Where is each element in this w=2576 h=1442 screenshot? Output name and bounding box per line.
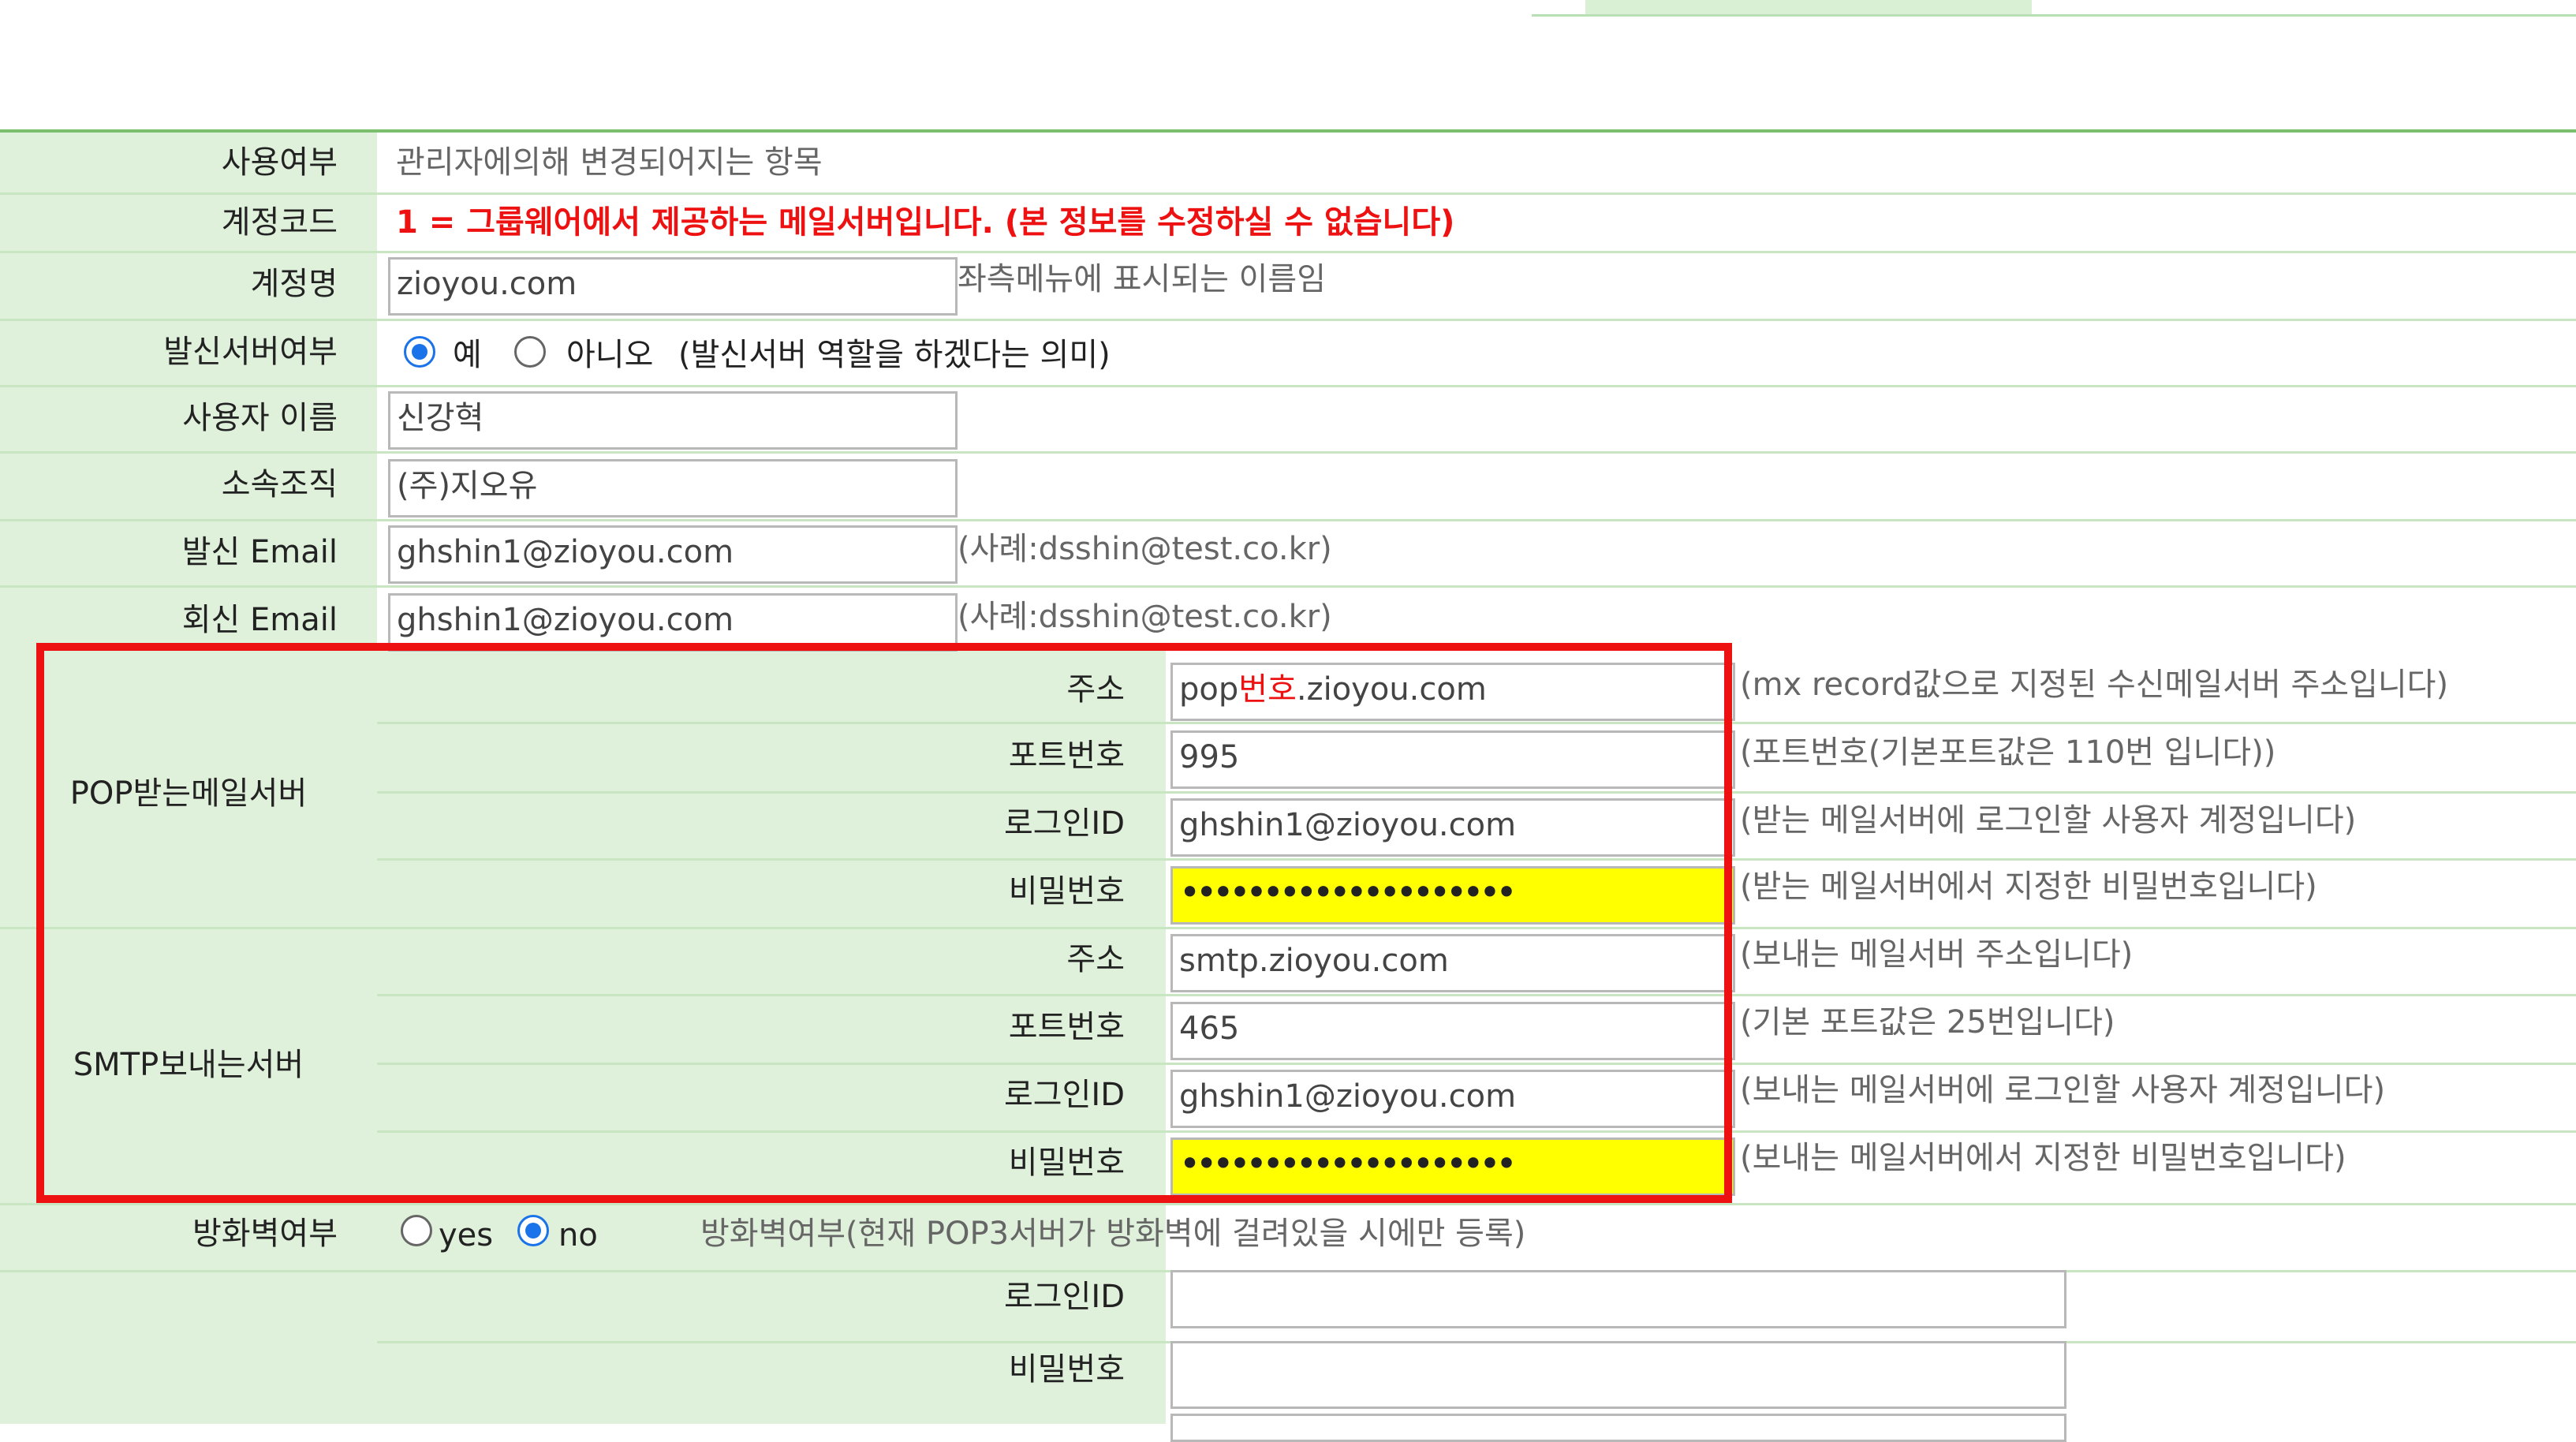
- outgoing-server-hint: (발신서버 역할을 하겠다는 의미): [678, 337, 1111, 373]
- account-code-label: 계정코드: [221, 204, 338, 241]
- additional-input[interactable]: [1170, 1414, 2066, 1442]
- usage-label: 사용여부: [221, 144, 338, 181]
- firewall-no-label: no: [558, 1217, 598, 1253]
- user-name-input[interactable]: 신강혁: [388, 391, 958, 450]
- smtp-port-hint: (기본 포트값은 25번입니다): [1740, 1004, 2115, 1040]
- pop-address-hint: (mx record값으로 지정된 수신메일서버 주소입니다): [1740, 667, 2449, 703]
- row-divider: [0, 585, 2576, 588]
- top-tab-line: [1532, 14, 2576, 17]
- outgoing-server-label: 발신서버여부: [163, 334, 338, 370]
- firewall-yes-label: yes: [439, 1217, 494, 1253]
- smtp-password-hint: (보내는 메일서버에서 지정한 비밀번호입니다): [1740, 1140, 2346, 1176]
- row-divider: [0, 451, 2576, 454]
- reply-email-hint: (사례:dsshin@test.co.kr): [958, 599, 1332, 635]
- smtp-address-hint: (보내는 메일서버 주소입니다): [1740, 936, 2134, 973]
- organization-label: 소속조직: [221, 466, 338, 502]
- firewall-password-label: 비밀번호: [1008, 1351, 1125, 1388]
- user-name-label: 사용자 이름: [182, 400, 338, 436]
- reply-email-label: 회신 Email: [181, 602, 338, 638]
- row-divider: [0, 385, 2576, 387]
- sender-email-hint: (사례:dsshin@test.co.kr): [958, 531, 1332, 567]
- pop-port-hint: (포트번호(기본포트값은 110번 입니다)): [1740, 734, 2276, 771]
- firewall-login-input[interactable]: [1170, 1270, 2066, 1328]
- smtp-login-hint: (보내는 메일서버에 로그인할 사용자 계정입니다): [1740, 1072, 2386, 1108]
- outgoing-server-yes-label: 예: [453, 337, 482, 373]
- firewall-hint: 방화벽여부(현재 POP3서버가 방화벽에 걸려있을 시에만 등록): [700, 1216, 1526, 1252]
- account-name-hint: 좌측메뉴에 표시되는 이름임: [958, 261, 1327, 297]
- usage-value: 관리자에의해 변경되어지는 항목: [396, 144, 823, 181]
- account-name-label: 계정명: [250, 266, 338, 302]
- top-tab-decoration: [1585, 0, 2032, 16]
- row-divider: [0, 519, 2576, 521]
- firewall-password-input[interactable]: [1170, 1341, 2066, 1409]
- outgoing-server-yes-radio[interactable]: [404, 336, 435, 368]
- sender-email-input[interactable]: ghshin1@zioyou.com: [388, 525, 958, 584]
- row-divider: [0, 251, 2576, 253]
- firewall-login-label: 로그인ID: [1004, 1279, 1125, 1315]
- outgoing-server-no-label: 아니오: [566, 337, 654, 373]
- pop-password-hint: (받는 메일서버에서 지정한 비밀번호입니다): [1740, 869, 2317, 905]
- firewall-yes-radio[interactable]: [401, 1215, 432, 1246]
- row-divider: [0, 319, 2576, 321]
- sender-email-label: 발신 Email: [181, 534, 338, 570]
- row-divider: [0, 1203, 2576, 1205]
- outgoing-server-no-radio[interactable]: [514, 336, 546, 368]
- firewall-no-radio[interactable]: [517, 1215, 549, 1246]
- organization-input[interactable]: (주)지오유: [388, 459, 958, 517]
- account-name-input[interactable]: zioyou.com: [388, 257, 958, 316]
- row-divider: [0, 192, 2576, 195]
- form-top-border: [0, 129, 2576, 133]
- firewall-label: 방화벽여부: [192, 1216, 338, 1252]
- account-code-notice: 1 = 그룹웨어에서 제공하는 메일서버입니다. (본 정보를 수정하실 수 없…: [396, 204, 1455, 241]
- pop-login-hint: (받는 메일서버에 로그인할 사용자 계정입니다): [1740, 802, 2357, 839]
- highlight-box: [36, 643, 1732, 1203]
